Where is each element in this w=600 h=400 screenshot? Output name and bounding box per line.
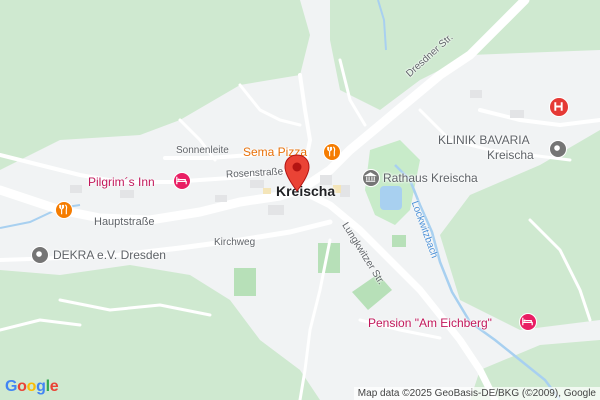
street-label-kirchweg: Kirchweg bbox=[214, 237, 256, 248]
google-logo-letter: e bbox=[49, 378, 59, 395]
google-logo: Google bbox=[5, 378, 59, 396]
map-base-layer bbox=[0, 0, 600, 400]
hospital-icon[interactable] bbox=[549, 97, 569, 117]
park-area bbox=[234, 268, 256, 296]
google-logo-letter: o bbox=[26, 378, 37, 395]
poi-label-klinik-line2[interactable]: Kreischa bbox=[487, 148, 534, 162]
restaurant-icon[interactable] bbox=[323, 143, 341, 161]
hotel-icon[interactable] bbox=[173, 172, 191, 190]
poi-label-pilgrims-inn[interactable]: Pilgrim´s Inn bbox=[88, 175, 155, 189]
poi-label-rathaus[interactable]: Rathaus Kreischa bbox=[383, 171, 478, 185]
google-logo-letter: o bbox=[17, 378, 27, 395]
street-label-hauptstrasse: Hauptstraße bbox=[94, 216, 155, 228]
restaurant-icon[interactable] bbox=[55, 201, 73, 219]
poi-label-klinik-line1[interactable]: KLINIK BAVARIA bbox=[438, 133, 530, 147]
landmark-icon[interactable] bbox=[362, 169, 380, 187]
location-marker-icon[interactable] bbox=[284, 154, 310, 192]
landmark-icon[interactable] bbox=[549, 140, 567, 158]
landmark-icon[interactable] bbox=[31, 246, 49, 264]
map-canvas[interactable]: Dresdner Str. Sonnenleite Rosenstraße Ha… bbox=[0, 0, 600, 400]
hotel-icon[interactable] bbox=[519, 313, 537, 331]
street-label-sonnenleite: Sonnenleite bbox=[176, 145, 229, 156]
poi-label-dekra[interactable]: DEKRA e.V. Dresden bbox=[53, 248, 166, 262]
google-logo-letter: g bbox=[36, 378, 46, 395]
park-area bbox=[392, 235, 406, 247]
poi-label-pension[interactable]: Pension "Am Eichberg" bbox=[368, 316, 492, 330]
pond bbox=[380, 186, 402, 210]
map-attribution[interactable]: Map data ©2025 GeoBasis-DE/BKG (©2009), … bbox=[353, 387, 600, 400]
google-logo-letter: G bbox=[5, 378, 18, 395]
